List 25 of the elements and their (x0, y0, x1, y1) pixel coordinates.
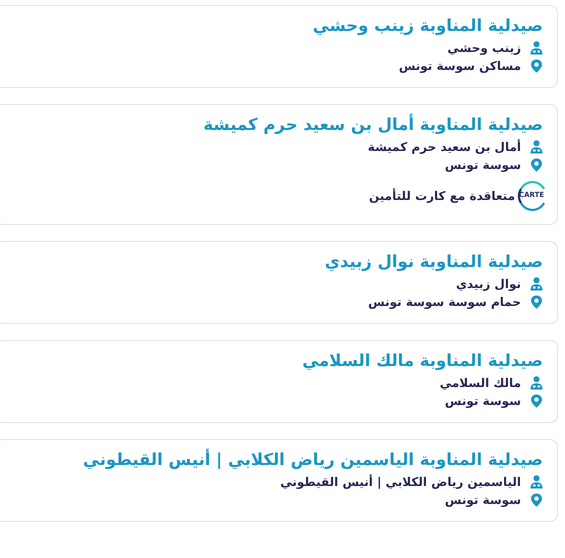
pharmacy-address: مساكن سوسة تونس (398, 58, 521, 75)
location-pin-icon (530, 158, 543, 172)
pharmacist-icon (530, 475, 543, 489)
pharmacy-card[interactable]: صيدلية المناوبة زينب وحشي زينب وحشي مساكن سوسة تونس (0, 5, 558, 88)
pharmacy-address: سوسة تونس (444, 393, 521, 410)
pharmacist-name: أمال بن سعيد حرم كميشة (368, 138, 521, 156)
pharmacist-name: زينب وحشي (447, 40, 521, 57)
pharmacy-address: حمام سوسة سوسة تونس (368, 294, 521, 311)
pharmacy-card[interactable]: صيدلية المناوبة الياسمين رياض الكلابي | أنيس القيطوني الياسمين رياض الكلابي | أنيس القيطوني سوسة تونس (0, 439, 558, 522)
pharmacist-name: نوال زبيدي (456, 276, 521, 293)
location-pin-icon (530, 59, 543, 73)
pharmacist-icon (530, 41, 543, 55)
pharmacy-card[interactable]: صيدلية المناوبة نوال زبيدي نوال زبيدي حمام سوسة سوسة تونس (0, 241, 558, 324)
pharmacist-icon (530, 140, 543, 154)
pharmacist-name: مالك السلامي (440, 375, 521, 392)
pharmacist-icon (530, 277, 543, 291)
insurance-label: متعاقدة مع كارت للتأمين (368, 187, 515, 205)
location-pin-icon (530, 295, 543, 309)
pharmacy-address: سوسة تونس (444, 157, 521, 174)
pharmacy-address: سوسة تونس (444, 492, 521, 509)
pharmacy-card[interactable]: صيدلية المناوبة مالك السلامي مالك السلامي سوسة تونس (0, 340, 558, 423)
location-pin-icon (530, 394, 543, 408)
location-pin-icon (530, 493, 543, 507)
pharmacist-name: الياسمين رياض الكلابي | أنيس القيطوني (280, 473, 521, 491)
pharmacist-icon (530, 376, 543, 390)
